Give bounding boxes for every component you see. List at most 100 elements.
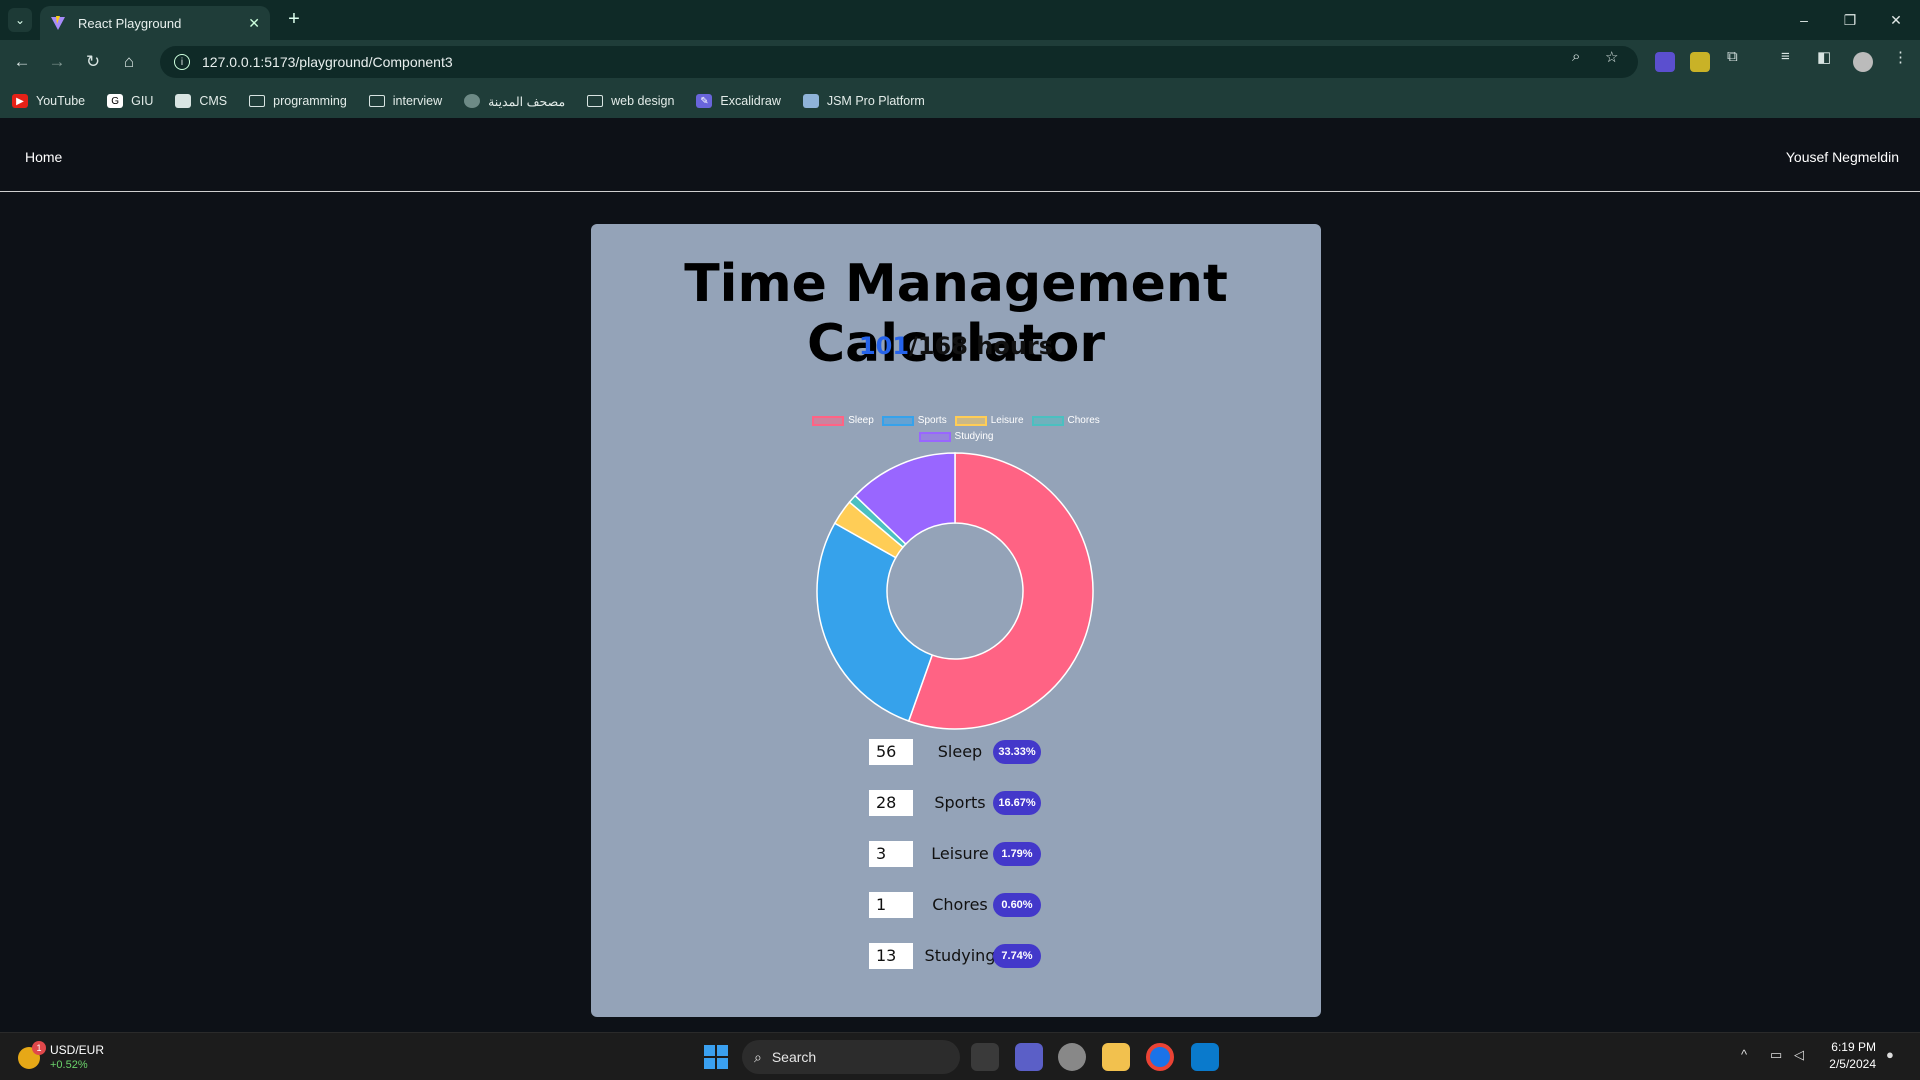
bookmark-star-icon[interactable]: ☆ (1605, 48, 1618, 66)
windows-taskbar: 1 USD/EUR +0.52% ⌕ Search ^ ▭ ◁ 6:19 PM … (0, 1032, 1920, 1080)
side-panel-icon[interactable]: ◧ (1817, 48, 1831, 66)
donut-chart[interactable] (815, 451, 1095, 731)
home-link[interactable]: Home (25, 149, 62, 165)
zoom-icon[interactable]: ⌕ (1572, 48, 1580, 65)
ticker-symbol: USD/EUR (50, 1043, 105, 1057)
stock-widget[interactable]: 1 USD/EUR +0.52% (18, 1041, 108, 1075)
hours-input-chores[interactable]: 1 (869, 892, 913, 918)
restore-button[interactable]: ❐ (1827, 0, 1873, 40)
search-label: Search (771, 1049, 817, 1065)
tab-title: React Playground (78, 15, 182, 31)
hours-total: /168 hours (909, 332, 1054, 360)
bookmark-label: web design (611, 94, 675, 108)
bookmark-label: مصحف المدينة (488, 94, 566, 109)
bookmark-label: CMS (199, 94, 228, 108)
notification-bell-icon[interactable]: ● (1886, 1047, 1894, 1062)
url-text: 127.0.0.1:5173/playground/Component3 (202, 54, 453, 70)
bookmark-cms[interactable]: CMS (175, 94, 227, 108)
new-tab-button[interactable]: + (282, 8, 306, 32)
legend-swatch (954, 415, 987, 426)
percent-badge: 33.33% (993, 740, 1041, 764)
profile-avatar[interactable] (1853, 52, 1873, 72)
hours-input-leisure[interactable]: 3 (869, 841, 913, 867)
tab-close-icon[interactable]: ✕ (248, 15, 260, 32)
volume-icon[interactable]: ◁ (1794, 1047, 1804, 1063)
system-clock[interactable]: 6:19 PM 2/5/2024 (1829, 1039, 1876, 1073)
back-arrow-icon[interactable]: ← (10, 50, 34, 74)
g-icon: G (107, 94, 124, 108)
notification-badge: 1 (32, 1041, 46, 1055)
legend-label: Chores (1067, 415, 1100, 426)
hours-input-studying[interactable]: 13 (869, 943, 913, 969)
browser-titlebar: ⌄ React Playground ✕ + – ❐ ✕ (0, 0, 1920, 40)
reload-icon[interactable]: ↻ (81, 50, 105, 74)
address-bar[interactable]: i 127.0.0.1:5173/playground/Component3 (160, 46, 1638, 78)
bookmark-web-design[interactable]: web design (587, 94, 674, 108)
percent-badge: 1.79% (993, 842, 1041, 866)
tab-search-button[interactable]: ⌄ (8, 8, 32, 32)
user-name[interactable]: Yousef Negmeldin (1786, 149, 1899, 165)
youtube-icon: ▶ (12, 94, 28, 108)
bookmark-interview[interactable]: interview (368, 94, 442, 108)
legend-item-chores[interactable]: Chores (1031, 415, 1100, 426)
legend-item-leisure[interactable]: Leisure (954, 415, 1024, 426)
kebab-menu-icon[interactable]: ⋮ (1893, 48, 1908, 66)
vscode-icon[interactable] (1191, 1043, 1219, 1071)
legend-item-studying[interactable]: Studying (918, 431, 994, 442)
browser-tab[interactable]: React Playground ✕ (40, 6, 270, 40)
network-icon[interactable]: ▭ (1770, 1047, 1782, 1063)
bookmark-giu[interactable]: G GIU (107, 94, 153, 108)
hours-input-sports[interactable]: 28 (869, 790, 913, 816)
legend-swatch (881, 415, 914, 426)
legend-label: Sports (917, 415, 947, 426)
bookmark-programming[interactable]: programming (249, 94, 347, 108)
clock-time: 6:19 PM (1831, 1040, 1876, 1054)
site-info-icon[interactable]: i (174, 54, 190, 70)
bookmark-excalidraw[interactable]: ✎ Excalidraw (696, 94, 781, 108)
bookmark-youtube[interactable]: ▶ YouTube (12, 94, 85, 108)
forward-arrow-icon[interactable]: → (45, 50, 69, 74)
hours-input-sleep[interactable]: 56 (869, 739, 913, 765)
chart-legend: Sleep Sports Leisure Chores Studying (591, 415, 1321, 447)
clock-date: 2/5/2024 (1829, 1057, 1876, 1071)
app-icon[interactable] (1058, 1043, 1086, 1071)
site-icon (464, 94, 481, 108)
legend-label: Leisure (990, 415, 1024, 426)
teams-icon[interactable] (1015, 1043, 1043, 1071)
media-control-icon[interactable]: ≡ (1781, 48, 1790, 65)
close-window-button[interactable]: ✕ (1873, 0, 1919, 40)
bookmark-label: Excalidraw (720, 94, 781, 108)
percent-badge: 16.67% (993, 791, 1041, 815)
app-navbar: Home Yousef Negmeldin (0, 118, 1920, 192)
bookmark-label: YouTube (36, 94, 86, 108)
hours-used: 101 (858, 332, 910, 360)
site-icon (802, 94, 819, 108)
legend-item-sports[interactable]: Sports (881, 415, 947, 426)
legend-item-sleep[interactable]: Sleep (812, 415, 874, 426)
bookmark-mushaf[interactable]: مصحف المدينة (464, 94, 565, 109)
bookmark-jsm[interactable]: JSM Pro Platform (802, 94, 925, 108)
extension-icon[interactable] (1690, 52, 1710, 72)
vite-icon (51, 16, 65, 30)
ticker-change: +0.52% (50, 1059, 88, 1071)
chevron-up-icon[interactable]: ^ (1741, 1047, 1747, 1062)
chrome-icon[interactable] (1146, 1043, 1174, 1071)
legend-label: Studying (954, 431, 994, 442)
file-explorer-icon[interactable] (1102, 1043, 1130, 1071)
extension-icon[interactable] (1655, 52, 1675, 72)
bookmark-label: programming (273, 94, 347, 108)
extensions-puzzle-icon[interactable]: ⧉ (1727, 48, 1738, 65)
home-icon[interactable]: ⌂ (117, 50, 141, 74)
page-scrollbar[interactable] (1912, 193, 1920, 1013)
bookmark-label: GIU (131, 94, 154, 108)
legend-swatch (1031, 415, 1064, 426)
windows-start-icon[interactable] (704, 1045, 728, 1069)
legend-swatch (812, 415, 845, 426)
donut-slice-sports[interactable] (816, 522, 934, 722)
taskbar-search[interactable]: ⌕ Search (742, 1040, 960, 1074)
minimize-button[interactable]: – (1781, 0, 1827, 40)
hours-summary: 101/168 hours (591, 332, 1321, 360)
task-view-icon[interactable] (971, 1043, 999, 1071)
bookmarks-bar: ▶ YouTube G GIU CMS programming interview … (0, 84, 1920, 118)
activity-row-sleep: 56 Sleep 33.33% (591, 739, 1321, 767)
